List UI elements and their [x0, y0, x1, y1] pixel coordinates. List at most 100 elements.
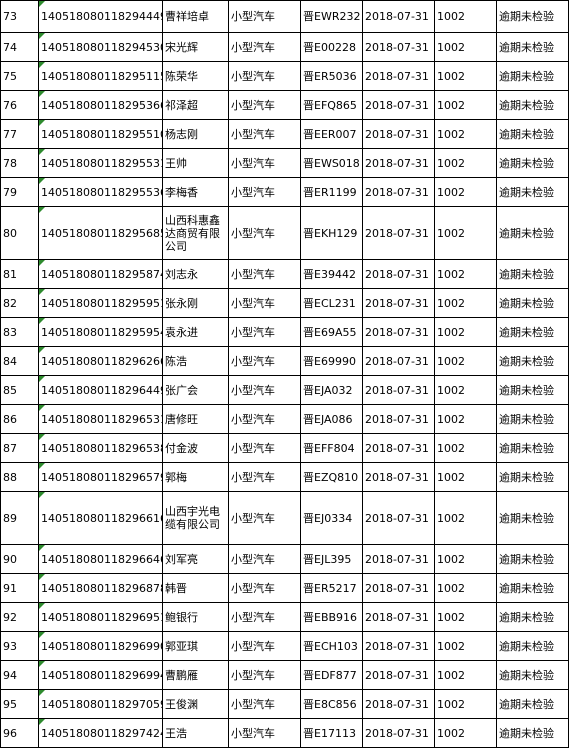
owner-name-cell[interactable]: 王帅	[162, 148, 229, 178]
row-number-cell[interactable]: 81	[0, 259, 39, 289]
status-cell[interactable]: 逾期未检验	[496, 259, 569, 289]
date-cell[interactable]: 2018-07-31	[362, 206, 435, 260]
date-cell[interactable]: 2018-07-31	[362, 491, 435, 545]
date-cell[interactable]: 2018-07-31	[362, 346, 435, 376]
code-cell[interactable]: 1002	[434, 491, 497, 545]
status-cell[interactable]: 逾期未检验	[496, 61, 569, 91]
row-number-cell[interactable]: 96	[0, 718, 39, 748]
status-cell[interactable]: 逾期未检验	[496, 602, 569, 632]
owner-name-cell[interactable]: 陈荣华	[162, 61, 229, 91]
row-number-cell[interactable]: 74	[0, 32, 39, 62]
vehicle-type-cell[interactable]: 小型汽车	[228, 404, 301, 434]
plate-number-cell[interactable]: 晋E00228	[300, 32, 363, 62]
plate-number-cell[interactable]: 晋E17113	[300, 718, 363, 748]
vehicle-type-cell[interactable]: 小型汽车	[228, 148, 301, 178]
date-cell[interactable]: 2018-07-31	[362, 61, 435, 91]
code-cell[interactable]: 1002	[434, 433, 497, 463]
row-number-cell[interactable]: 95	[0, 689, 39, 719]
row-number-cell[interactable]: 91	[0, 573, 39, 603]
owner-name-cell[interactable]: 山西科惠鑫达商贸有限公司	[162, 206, 229, 260]
code-cell[interactable]: 1002	[434, 718, 497, 748]
record-id-cell[interactable]: 140518080118296538	[38, 433, 163, 463]
code-cell[interactable]: 1002	[434, 288, 497, 318]
date-cell[interactable]: 2018-07-31	[362, 631, 435, 661]
row-number-cell[interactable]: 77	[0, 119, 39, 149]
status-cell[interactable]: 逾期未检验	[496, 317, 569, 347]
record-id-cell[interactable]: 140518080118296266	[38, 346, 163, 376]
plate-number-cell[interactable]: 晋ECH103	[300, 631, 363, 661]
plate-number-cell[interactable]: 晋EFQ865	[300, 90, 363, 120]
row-number-cell[interactable]: 84	[0, 346, 39, 376]
owner-name-cell[interactable]: 宋光辉	[162, 32, 229, 62]
record-id-cell[interactable]: 140518080118296531	[38, 404, 163, 434]
code-cell[interactable]: 1002	[434, 462, 497, 492]
owner-name-cell[interactable]: 山西宇光电缆有限公司	[162, 491, 229, 545]
date-cell[interactable]: 2018-07-31	[362, 375, 435, 405]
record-id-cell[interactable]: 140518080118294530	[38, 32, 163, 62]
record-id-cell[interactable]: 140518080118295536	[38, 177, 163, 207]
code-cell[interactable]: 1002	[434, 0, 497, 33]
plate-number-cell[interactable]: 晋EWR232	[300, 0, 363, 33]
vehicle-type-cell[interactable]: 小型汽车	[228, 491, 301, 545]
date-cell[interactable]: 2018-07-31	[362, 689, 435, 719]
vehicle-type-cell[interactable]: 小型汽车	[228, 32, 301, 62]
code-cell[interactable]: 1002	[434, 61, 497, 91]
record-id-cell[interactable]: 140518080118295954	[38, 317, 163, 347]
status-cell[interactable]: 逾期未检验	[496, 177, 569, 207]
date-cell[interactable]: 2018-07-31	[362, 0, 435, 33]
row-number-cell[interactable]: 94	[0, 660, 39, 690]
date-cell[interactable]: 2018-07-31	[362, 433, 435, 463]
plate-number-cell[interactable]: 晋EER007	[300, 119, 363, 149]
record-id-cell[interactable]: 140518080118295531	[38, 148, 163, 178]
owner-name-cell[interactable]: 袁永进	[162, 317, 229, 347]
record-id-cell[interactable]: 140518080118296616	[38, 491, 163, 545]
plate-number-cell[interactable]: 晋E69A55	[300, 317, 363, 347]
owner-name-cell[interactable]: 郭梅	[162, 462, 229, 492]
record-id-cell[interactable]: 140518080118295951	[38, 288, 163, 318]
vehicle-type-cell[interactable]: 小型汽车	[228, 90, 301, 120]
status-cell[interactable]: 逾期未检验	[496, 631, 569, 661]
date-cell[interactable]: 2018-07-31	[362, 148, 435, 178]
status-cell[interactable]: 逾期未检验	[496, 573, 569, 603]
owner-name-cell[interactable]: 杨志刚	[162, 119, 229, 149]
row-number-cell[interactable]: 92	[0, 602, 39, 632]
date-cell[interactable]: 2018-07-31	[362, 177, 435, 207]
record-id-cell[interactable]: 140518080118296878	[38, 573, 163, 603]
vehicle-type-cell[interactable]: 小型汽车	[228, 61, 301, 91]
date-cell[interactable]: 2018-07-31	[362, 119, 435, 149]
vehicle-type-cell[interactable]: 小型汽车	[228, 177, 301, 207]
status-cell[interactable]: 逾期未检验	[496, 288, 569, 318]
status-cell[interactable]: 逾期未检验	[496, 718, 569, 748]
row-number-cell[interactable]: 79	[0, 177, 39, 207]
row-number-cell[interactable]: 82	[0, 288, 39, 318]
record-id-cell[interactable]: 140518080118296579	[38, 462, 163, 492]
row-number-cell[interactable]: 90	[0, 544, 39, 574]
plate-number-cell[interactable]: 晋EWS018	[300, 148, 363, 178]
status-cell[interactable]: 逾期未检验	[496, 689, 569, 719]
plate-number-cell[interactable]: 晋E39442	[300, 259, 363, 289]
owner-name-cell[interactable]: 张广会	[162, 375, 229, 405]
vehicle-type-cell[interactable]: 小型汽车	[228, 346, 301, 376]
date-cell[interactable]: 2018-07-31	[362, 573, 435, 603]
plate-number-cell[interactable]: 晋EDF877	[300, 660, 363, 690]
date-cell[interactable]: 2018-07-31	[362, 718, 435, 748]
status-cell[interactable]: 逾期未检验	[496, 544, 569, 574]
plate-number-cell[interactable]: 晋EJA032	[300, 375, 363, 405]
owner-name-cell[interactable]: 唐修旺	[162, 404, 229, 434]
owner-name-cell[interactable]: 李梅香	[162, 177, 229, 207]
plate-number-cell[interactable]: 晋ER5036	[300, 61, 363, 91]
status-cell[interactable]: 逾期未检验	[496, 491, 569, 545]
date-cell[interactable]: 2018-07-31	[362, 317, 435, 347]
vehicle-type-cell[interactable]: 小型汽车	[228, 206, 301, 260]
vehicle-type-cell[interactable]: 小型汽车	[228, 119, 301, 149]
vehicle-type-cell[interactable]: 小型汽车	[228, 689, 301, 719]
date-cell[interactable]: 2018-07-31	[362, 259, 435, 289]
status-cell[interactable]: 逾期未检验	[496, 433, 569, 463]
vehicle-type-cell[interactable]: 小型汽车	[228, 573, 301, 603]
record-id-cell[interactable]: 140518080118296951	[38, 602, 163, 632]
status-cell[interactable]: 逾期未检验	[496, 90, 569, 120]
vehicle-type-cell[interactable]: 小型汽车	[228, 288, 301, 318]
date-cell[interactable]: 2018-07-31	[362, 602, 435, 632]
plate-number-cell[interactable]: 晋EZQ810	[300, 462, 363, 492]
owner-name-cell[interactable]: 王俊渊	[162, 689, 229, 719]
